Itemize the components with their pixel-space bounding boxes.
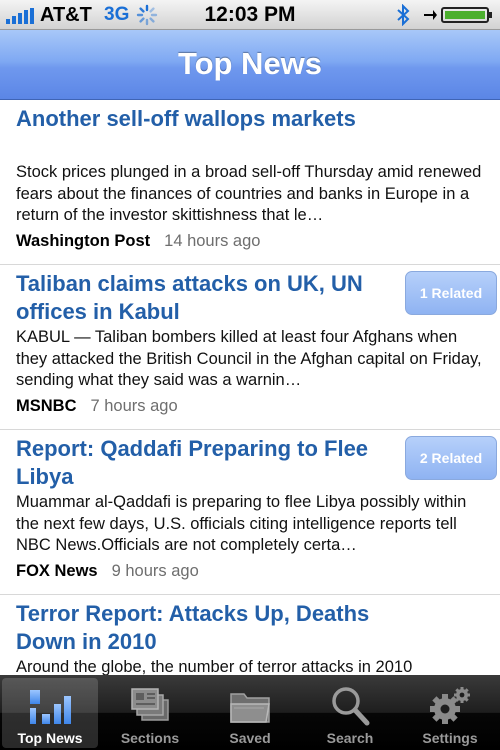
news-item[interactable]: Terror Report: Attacks Up, Deaths Down i… bbox=[0, 595, 500, 675]
gear-icon bbox=[430, 687, 470, 724]
top-news-bars-icon bbox=[30, 690, 71, 724]
news-summary: Muammar al-Qaddafi is preparing to flee … bbox=[16, 493, 467, 554]
news-source: Washington Post bbox=[16, 232, 151, 250]
news-summary: KABUL — Taliban bombers killed at least … bbox=[16, 328, 482, 389]
tab-top-news[interactable]: Top News bbox=[2, 678, 98, 748]
news-item[interactable]: Taliban claims attacks on UK, UN offices… bbox=[0, 265, 500, 430]
saved-folder-icon bbox=[230, 693, 270, 723]
news-source: MSNBC bbox=[16, 397, 77, 415]
tab-search[interactable]: Search bbox=[302, 678, 398, 748]
news-meta: Washington Post 14 hours ago bbox=[16, 232, 260, 251]
news-list[interactable]: Another sell-off wallops markets Stock p… bbox=[0, 100, 500, 675]
battery-icon bbox=[424, 7, 492, 23]
news-headline[interactable]: Terror Report: Attacks Up, Deaths Down i… bbox=[16, 600, 396, 656]
tab-saved[interactable]: Saved bbox=[202, 678, 298, 748]
bluetooth-icon bbox=[397, 4, 410, 26]
tab-settings[interactable]: Settings bbox=[402, 678, 498, 748]
tab-label: Search bbox=[326, 730, 374, 746]
news-item[interactable]: Report: Qaddafi Preparing to Flee Libya … bbox=[0, 430, 500, 595]
news-age: 9 hours ago bbox=[111, 562, 199, 580]
news-age: 14 hours ago bbox=[164, 232, 261, 250]
news-summary: Stock prices plunged in a broad sell-off… bbox=[16, 163, 482, 224]
news-summary: Around the globe, the number of terror a… bbox=[16, 658, 413, 675]
news-headline[interactable]: Another sell-off wallops markets bbox=[16, 105, 396, 133]
tab-label: Settings bbox=[422, 730, 478, 746]
news-source: FOX News bbox=[16, 562, 98, 580]
related-button[interactable]: 1 Related bbox=[405, 271, 497, 315]
tab-bar: Top News Sections Saved Search Settings bbox=[0, 675, 500, 750]
related-button[interactable]: 2 Related bbox=[405, 436, 497, 480]
news-item[interactable]: Another sell-off wallops markets Stock p… bbox=[0, 100, 500, 265]
tab-sections[interactable]: Sections bbox=[102, 678, 198, 748]
tab-label: Sections bbox=[120, 730, 180, 746]
navigation-bar: Top News bbox=[0, 30, 500, 100]
status-bar: AT&T 3G 12:03 PM bbox=[0, 0, 500, 30]
news-meta: MSNBC 7 hours ago bbox=[16, 397, 178, 416]
sections-stack-icon bbox=[131, 688, 169, 721]
news-headline[interactable]: Taliban claims attacks on UK, UN offices… bbox=[16, 270, 396, 326]
news-headline[interactable]: Report: Qaddafi Preparing to Flee Libya bbox=[16, 435, 396, 491]
tab-label: Top News bbox=[17, 730, 83, 746]
search-icon bbox=[332, 687, 370, 726]
news-meta: FOX News 9 hours ago bbox=[16, 562, 199, 581]
tab-label: Saved bbox=[229, 730, 271, 746]
page-title: Top News bbox=[177, 46, 323, 81]
news-age: 7 hours ago bbox=[90, 397, 178, 415]
